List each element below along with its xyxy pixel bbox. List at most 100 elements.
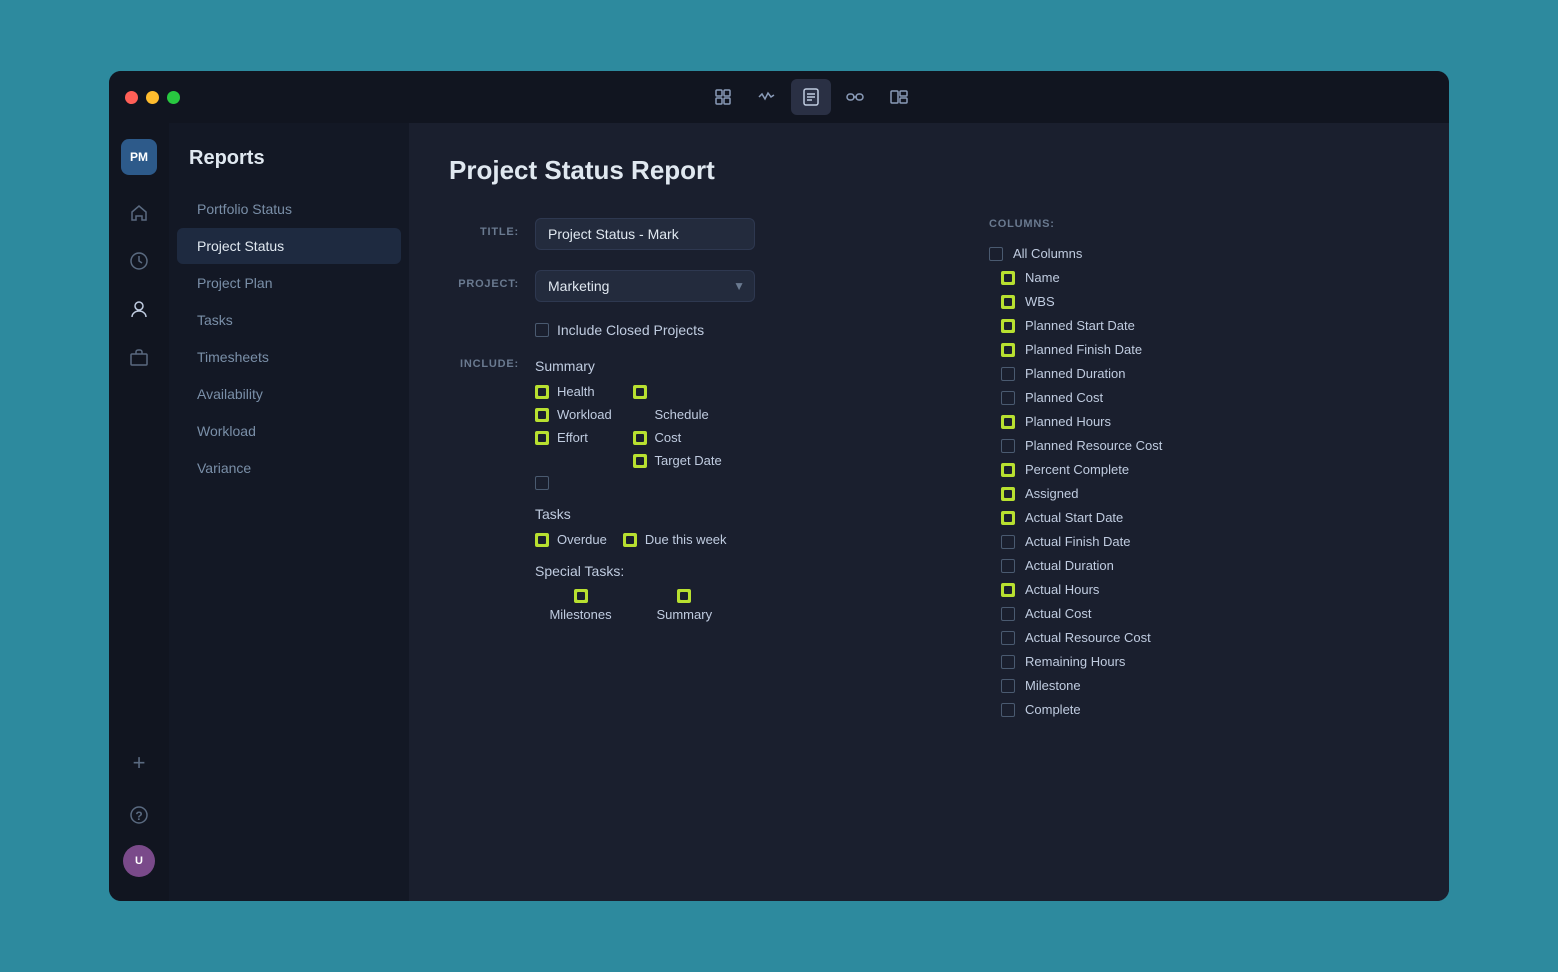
milestones-checkbox[interactable] <box>574 589 588 603</box>
due-this-week-label: Due this week <box>645 532 727 547</box>
columns-label: COLUMNS: <box>989 218 1409 230</box>
toolbar-link-btn[interactable] <box>835 79 875 115</box>
icon-sidebar-bottom: + ? U <box>117 741 161 885</box>
summary-grid: Health Workload <box>535 384 727 490</box>
health-checkbox[interactable] <box>535 385 549 399</box>
sidebar-item-portfolio-status[interactable]: Portfolio Status <box>177 191 401 227</box>
budget-item: Effort <box>535 430 617 445</box>
col-actual-start-date-checkbox[interactable] <box>1001 511 1015 525</box>
effort-checkbox[interactable] <box>633 431 647 445</box>
col-complete-label: Complete <box>1025 702 1081 717</box>
col-milestone-checkbox[interactable] <box>1001 679 1015 693</box>
all-columns-checkbox[interactable] <box>989 247 1003 261</box>
nav-help-icon[interactable]: ? <box>117 793 161 837</box>
overdue-label: Overdue <box>557 532 607 547</box>
col-complete-checkbox[interactable] <box>1001 703 1015 717</box>
project-select[interactable]: Marketing Sales Engineering <box>535 270 755 302</box>
col-remaining-hours-checkbox[interactable] <box>1001 655 1015 669</box>
col-planned-finish-date: Planned Finish Date <box>1001 342 1409 357</box>
budget-checkbox[interactable] <box>535 431 549 445</box>
pm-logo[interactable]: PM <box>121 139 157 175</box>
col-planned-resource-cost-checkbox[interactable] <box>1001 439 1015 453</box>
toolbar-report-btn[interactable] <box>791 79 831 115</box>
sidebar-item-variance[interactable]: Variance <box>177 450 401 486</box>
col-actual-cost-checkbox[interactable] <box>1001 607 1015 621</box>
col-planned-hours-checkbox[interactable] <box>1001 415 1015 429</box>
col-planned-duration-checkbox[interactable] <box>1001 367 1015 381</box>
main-area: PM <box>109 123 1449 901</box>
toolbar <box>188 79 1433 115</box>
include-label: INCLUDE: <box>449 358 519 638</box>
col-wbs-checkbox[interactable] <box>1001 295 1015 309</box>
col-planned-cost-checkbox[interactable] <box>1001 391 1015 405</box>
col-percent-complete-label: Percent Complete <box>1025 462 1129 477</box>
col-planned-finish-date-checkbox[interactable] <box>1001 343 1015 357</box>
title-label: TITLE: <box>449 218 519 238</box>
page-title: Project Status Report <box>449 155 1409 186</box>
col-assigned-checkbox[interactable] <box>1001 487 1015 501</box>
nav-sidebar-title: Reports <box>169 147 409 190</box>
col-planned-cost-label: Planned Cost <box>1025 390 1103 405</box>
maximize-button[interactable] <box>167 91 180 104</box>
tasks-title: Tasks <box>535 506 727 522</box>
include-closed-checkbox[interactable] <box>535 323 549 337</box>
sidebar-item-project-status[interactable]: Project Status <box>177 228 401 264</box>
schedule-item: Schedule <box>633 407 727 422</box>
user-avatar[interactable]: U <box>123 845 155 877</box>
col-actual-finish-date: Actual Finish Date <box>1001 534 1409 549</box>
icon-sidebar: PM <box>109 123 169 901</box>
sidebar-item-availability[interactable]: Availability <box>177 376 401 412</box>
summary-tasks-checkbox[interactable] <box>677 589 691 603</box>
col-actual-hours-checkbox[interactable] <box>1001 583 1015 597</box>
nav-people-icon[interactable] <box>117 287 161 331</box>
sidebar-item-timesheets[interactable]: Timesheets <box>177 339 401 375</box>
sidebar-item-workload[interactable]: Workload <box>177 413 401 449</box>
col-remaining-hours-label: Remaining Hours <box>1025 654 1125 669</box>
col-actual-resource-cost-checkbox[interactable] <box>1001 631 1015 645</box>
toolbar-activity-btn[interactable] <box>747 79 787 115</box>
col-actual-finish-date-checkbox[interactable] <box>1001 535 1015 549</box>
summary-tasks-label: Summary <box>656 607 712 622</box>
nav-home-icon[interactable] <box>117 191 161 235</box>
tasks-group: Tasks Overdue Due this week <box>535 506 727 547</box>
workload-checkbox[interactable] <box>535 408 549 422</box>
summary-group: Summary Health <box>535 358 727 490</box>
cost-checkbox[interactable] <box>633 454 647 468</box>
workload-label: Workload <box>557 407 612 422</box>
titlebar <box>109 71 1449 123</box>
nav-work-icon[interactable] <box>117 335 161 379</box>
col-assigned-label: Assigned <box>1025 486 1078 501</box>
nav-recent-icon[interactable] <box>117 239 161 283</box>
col-name-checkbox[interactable] <box>1001 271 1015 285</box>
workload-item: Workload <box>535 407 617 422</box>
col-planned-finish-date-label: Planned Finish Date <box>1025 342 1142 357</box>
nav-add-icon[interactable]: + <box>117 741 161 785</box>
close-button[interactable] <box>125 91 138 104</box>
include-closed-label: Include Closed Projects <box>557 322 704 338</box>
schedule-box-checkbox[interactable] <box>633 385 647 399</box>
nav-sidebar: Reports Portfolio Status Project Status … <box>169 123 409 901</box>
col-actual-duration-checkbox[interactable] <box>1001 559 1015 573</box>
sidebar-item-project-plan[interactable]: Project Plan <box>177 265 401 301</box>
col-planned-start-date-checkbox[interactable] <box>1001 319 1015 333</box>
col-planned-start-date-label: Planned Start Date <box>1025 318 1135 333</box>
due-this-week-checkbox[interactable] <box>623 533 637 547</box>
sidebar-item-tasks[interactable]: Tasks <box>177 302 401 338</box>
svg-text:?: ? <box>135 809 142 823</box>
overdue-checkbox[interactable] <box>535 533 549 547</box>
toolbar-search-btn[interactable] <box>703 79 743 115</box>
include-content: Summary Health <box>535 358 727 638</box>
target-date-item <box>535 476 617 490</box>
minimize-button[interactable] <box>146 91 159 104</box>
title-input[interactable] <box>535 218 755 250</box>
col-actual-hours-label: Actual Hours <box>1025 582 1099 597</box>
col-actual-hours: Actual Hours <box>1001 582 1409 597</box>
col-percent-complete-checkbox[interactable] <box>1001 463 1015 477</box>
toolbar-layout-btn[interactable] <box>879 79 919 115</box>
col-actual-finish-date-label: Actual Finish Date <box>1025 534 1131 549</box>
col-complete: Complete <box>1001 702 1409 717</box>
milestones-label: Milestones <box>549 607 611 622</box>
target-date-checkbox[interactable] <box>535 476 549 490</box>
col-milestone-label: Milestone <box>1025 678 1081 693</box>
health-item: Health <box>535 384 617 399</box>
